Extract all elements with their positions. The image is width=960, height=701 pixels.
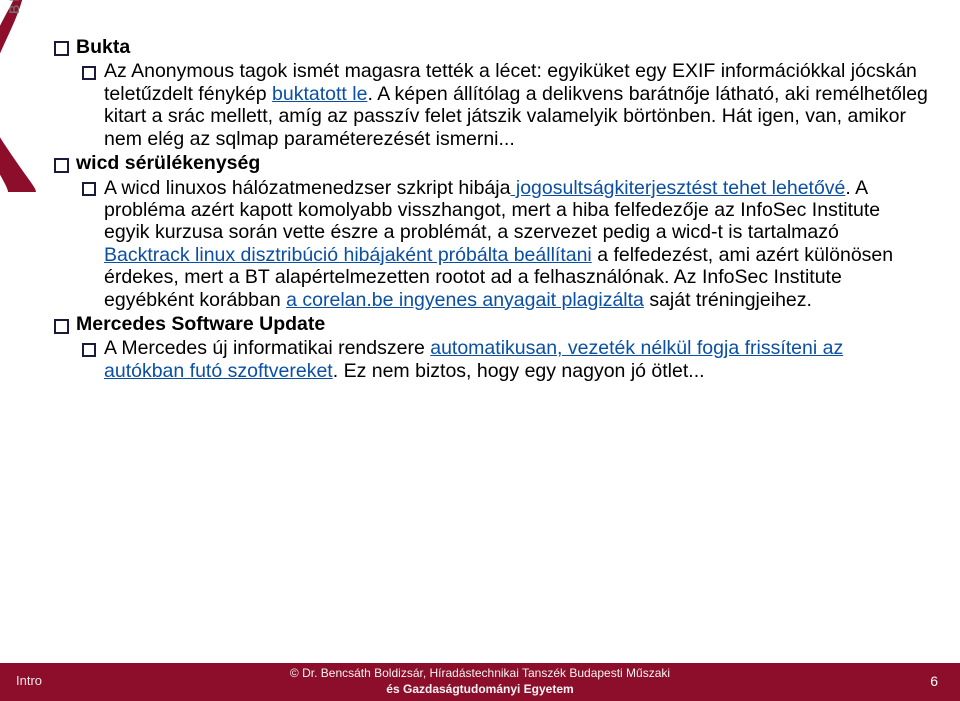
left-rail: BME	[0, 0, 40, 701]
logo-swoosh	[0, 0, 38, 192]
item-text: saját tréningjeihez.	[644, 289, 812, 311]
item-title: Mercedes Software Update	[76, 313, 325, 335]
footer-credit: © Dr. Bencsáth Boldizsár, Híradástechnik…	[0, 666, 960, 697]
footer-line1: © Dr. Bencsáth Boldizsár, Híradástechnik…	[0, 666, 960, 682]
list-item: Mercedes Software Update	[48, 313, 928, 335]
footer: Intro © Dr. Bencsáth Boldizsár, Híradást…	[0, 663, 960, 701]
link-jogosultsag[interactable]: jogosultságkiterjesztést tehet lehetővé	[510, 177, 845, 199]
item-text: . Ez nem biztos, hogy egy nagyon jó ötle…	[333, 360, 705, 382]
item-title: Bukta	[76, 36, 130, 58]
list-item: A wicd linuxos hálózatmenedzser szkript …	[76, 177, 928, 312]
slide-body: Bukta Az Anonymous tagok ismét magasra t…	[48, 36, 928, 384]
link-backtrack[interactable]: Backtrack linux disztribúció hibájaként …	[104, 244, 592, 266]
list-item: A Mercedes új informatikai rendszere aut…	[76, 337, 928, 382]
page-number: 6	[930, 673, 938, 689]
link-corelan[interactable]: a corelan.be ingyenes anyagait plagizált…	[286, 289, 644, 311]
footer-line2: és Gazdaságtudományi Egyetem	[0, 682, 960, 698]
item-title: wicd sérülékenység	[76, 152, 260, 174]
link-buktatott[interactable]: buktatott le	[272, 83, 367, 105]
list-item: Az Anonymous tagok ismét magasra tették …	[76, 60, 928, 150]
rail-letters: BME	[6, 0, 22, 14]
item-text: A Mercedes új informatikai rendszere	[104, 337, 430, 359]
item-text: A wicd linuxos hálózatmenedzser szkript …	[104, 177, 510, 199]
list-item: wicd sérülékenység	[48, 152, 928, 174]
list-item: Bukta	[48, 36, 928, 58]
